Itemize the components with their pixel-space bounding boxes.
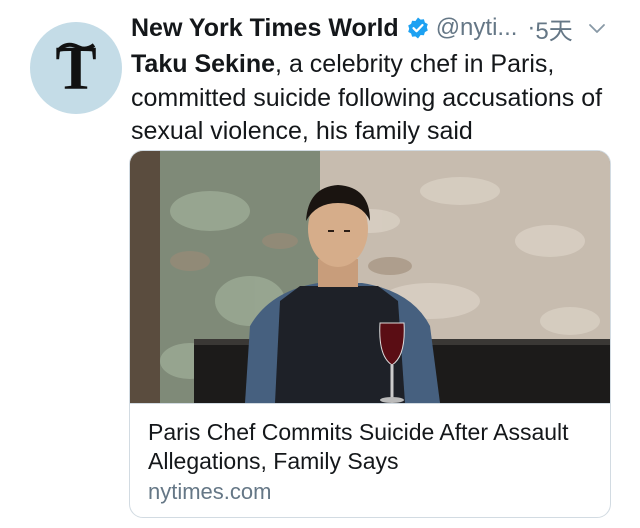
chevron-down-icon[interactable]: [587, 18, 607, 38]
card-title[interactable]: Paris Chef Commits Suicide After Assault…: [148, 418, 592, 476]
nyt-logo-icon: T: [55, 35, 96, 103]
tweet-text-bold[interactable]: Taku Sekine: [131, 50, 275, 78]
tweet-text: Taku Sekine, a celebrity chef in Paris, …: [131, 48, 611, 149]
handle[interactable]: @nyti...: [436, 14, 518, 42]
separator-dot: ·: [527, 14, 536, 41]
avatar[interactable]: T: [30, 22, 122, 114]
verified-badge-icon: [406, 16, 430, 40]
link-card[interactable]: Paris Chef Commits Suicide After Assault…: [129, 150, 611, 518]
display-name[interactable]: New York Times World: [131, 14, 399, 43]
tweet-header: New York Times World @nyti... · 5天: [131, 8, 624, 48]
timestamp[interactable]: 5天: [535, 11, 572, 46]
card-body[interactable]: Paris Chef Commits Suicide After Assault…: [130, 403, 610, 517]
card-image[interactable]: [130, 151, 610, 403]
card-domain: nytimes.com: [148, 479, 272, 504]
